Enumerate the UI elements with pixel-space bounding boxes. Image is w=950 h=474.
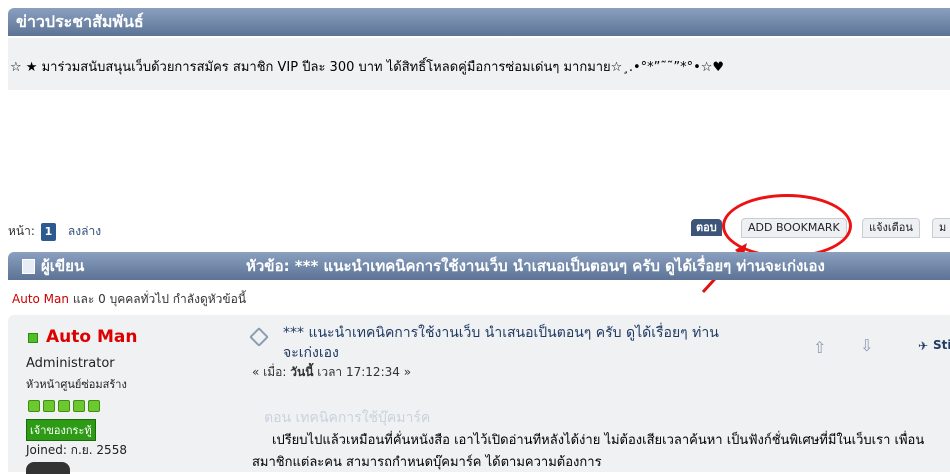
report-button[interactable]: แจ้งเตือน	[862, 218, 920, 238]
sticky-link[interactable]: Sti	[933, 338, 950, 352]
owner-badge: เจ้าของกระทู้	[26, 419, 96, 441]
date-prefix: « เมื่อ:	[252, 365, 287, 379]
star-icon	[43, 400, 55, 412]
pager: หน้า: 1 ลงล่าง	[8, 222, 101, 241]
pin-icon[interactable]: ✈	[918, 339, 928, 353]
star-icon	[58, 400, 70, 412]
star-icon	[28, 400, 40, 412]
topic-header-bar: ผู้เขียน หัวข้อ: *** แนะนำเทคนิคการใช้งา…	[8, 252, 950, 280]
post-body: เปรียบไปแล้วเหมือนที่คั่นหนังสือ เอาไว้เ…	[252, 433, 925, 470]
viewer-name[interactable]: Auto Man	[12, 292, 69, 306]
viewers-line: Auto Man และ 0 บุคคลทั่วไป กำลังดูหัวข้อ…	[12, 290, 246, 309]
star-icon	[88, 400, 100, 412]
star-icon	[73, 400, 85, 412]
reply-button[interactable]: ตอบ	[691, 219, 722, 236]
viewers-rest: และ 0 บุคคลทั่วไป กำลังดูหัวข้อนี้	[69, 292, 247, 306]
date-day: วันนี้	[290, 365, 314, 379]
poster-subtitle: หัวหน้าศูนย์ซ่อมสร้าง	[26, 378, 127, 391]
post-title[interactable]: *** แนะนำเทคนิคการใช้งานเว็บ นำเสนอเป็นต…	[283, 323, 733, 363]
arrow-up-icon[interactable]: ⇧	[813, 338, 826, 357]
news-header: ข่าวประชาสัมพันธ์	[8, 8, 950, 36]
current-page[interactable]: 1	[40, 222, 56, 241]
arrow-down-icon[interactable]: ⇩	[860, 336, 873, 355]
document-icon	[22, 259, 35, 274]
poster-role: Administrator	[26, 356, 115, 371]
date-time: เวลา 17:12:34 »	[317, 365, 412, 379]
rank-stars	[28, 400, 100, 412]
go-bottom-link[interactable]: ลงล่าง	[68, 222, 101, 241]
author-column-label: ผู้เขียน	[41, 257, 85, 275]
online-status-icon	[28, 333, 38, 343]
more-button[interactable]: ม	[932, 218, 950, 238]
news-announcement: ☆ ★ มาร่วมสนับสนุนเว็บด้วยการสมัคร สมาชิ…	[8, 38, 950, 90]
joined-date: Joined: ก.ย. 2558	[26, 443, 127, 457]
section-heading: ตอน เทคนิคการใช้บุ๊คมาร์ค	[264, 410, 431, 426]
topic-title: หัวข้อ: *** แนะนำเทคนิคการใช้งานเว็บ นำเ…	[246, 257, 825, 275]
page-label: หน้า:	[8, 224, 35, 238]
avatar[interactable]	[26, 462, 70, 474]
post-date: « เมื่อ: วันนี้ เวลา 17:12:34 »	[252, 363, 411, 382]
poster-name[interactable]: Auto Man	[46, 327, 137, 347]
